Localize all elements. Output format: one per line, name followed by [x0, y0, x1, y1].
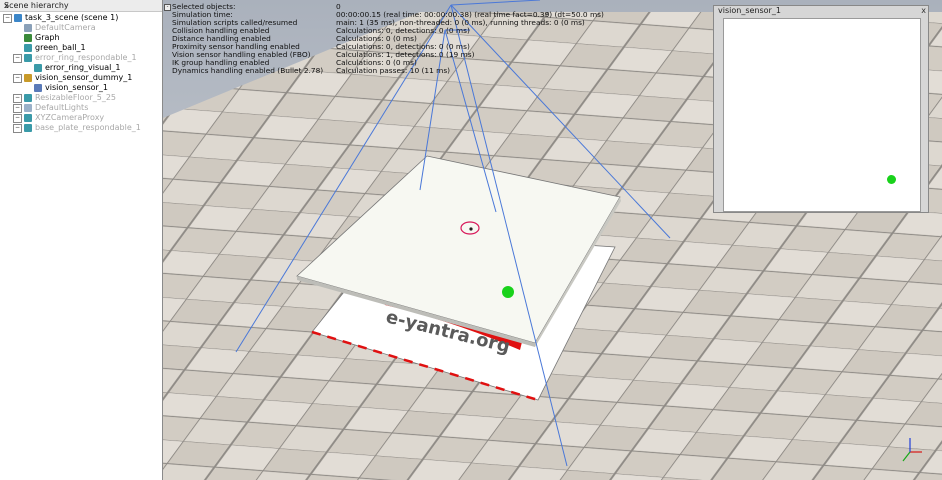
tree-item[interactable]: green_ball_1 — [13, 43, 86, 53]
tree-item-label: vision_sensor_dummy_1 — [35, 73, 133, 82]
shape-icon — [24, 44, 32, 52]
tree-item[interactable]: − vision_sensor_dummy_1 — [13, 73, 132, 83]
info-key: Dynamics handling enabled (Bullet 2.78) — [172, 66, 324, 75]
vision-sensor-window[interactable]: vision_sensor_1 x — [713, 5, 929, 213]
graph-icon — [24, 34, 32, 42]
tree-item-label: error_ring_visual_1 — [45, 63, 121, 72]
tree-item-label: task_3_scene (scene 1) — [25, 13, 119, 22]
tree-item[interactable]: Graph — [13, 33, 60, 43]
tree-item[interactable]: − error_ring_respondable_1 — [13, 53, 137, 63]
tree-item-label: DefaultCamera — [35, 23, 96, 32]
tree-item[interactable]: error_ring_visual_1 — [23, 63, 120, 73]
tree-item-label: ResizableFloor_5_25 — [35, 93, 117, 102]
shape-icon — [24, 124, 32, 132]
tree-item-label: vision_sensor_1 — [45, 83, 108, 92]
expand-toggle-icon[interactable]: − — [13, 93, 22, 103]
green-ball — [502, 286, 514, 298]
info-toggle-button[interactable]: - — [164, 4, 171, 11]
tree-item[interactable]: − base_plate_respondable_1 — [13, 123, 141, 133]
camera-icon — [24, 24, 32, 32]
scene-hierarchy-titlebar: Scene hierarchy x — [0, 0, 162, 12]
vision-sensor-icon — [34, 84, 42, 92]
tree-item[interactable]: − task_3_scene (scene 1) — [3, 13, 118, 23]
tree-item-label: XYZCameraProxy — [35, 113, 105, 122]
tree-item-label: green_ball_1 — [35, 43, 86, 52]
tree-item[interactable]: DefaultCamera — [13, 23, 96, 33]
tree-item-label: DefaultLights — [35, 103, 89, 112]
expand-toggle-icon[interactable]: − — [13, 123, 22, 133]
dummy-icon — [24, 74, 32, 82]
shape-icon — [24, 94, 32, 102]
tree-item-label: base_plate_respondable_1 — [35, 123, 141, 132]
info-value: Calculation passes: 10 (11 ms) — [336, 66, 451, 75]
tree-item-label: Graph — [35, 33, 60, 42]
expand-toggle-icon[interactable]: − — [13, 103, 22, 113]
close-icon[interactable]: x — [921, 6, 926, 15]
shape-icon — [24, 114, 32, 122]
expand-toggle-icon[interactable]: − — [13, 53, 22, 63]
vision-sensor-image — [723, 18, 921, 212]
tree-item[interactable]: − XYZCameraProxy — [13, 113, 104, 123]
tree-item[interactable]: − DefaultLights — [13, 103, 88, 113]
tree-item-label: error_ring_respondable_1 — [35, 53, 137, 62]
expand-toggle-icon[interactable]: − — [3, 13, 12, 23]
scene-hierarchy-panel: Scene hierarchy x − task_3_scene (scene 1… — [0, 0, 163, 480]
detected-ball — [887, 175, 896, 184]
scene-icon — [14, 14, 22, 22]
close-icon[interactable]: x — [4, 1, 159, 10]
tree-item[interactable]: − ResizableFloor_5_25 — [13, 93, 116, 103]
shape-icon — [34, 64, 42, 72]
expand-toggle-icon[interactable]: − — [13, 113, 22, 123]
shape-icon — [24, 54, 32, 62]
light-icon — [24, 104, 32, 112]
vision-sensor-window-title: vision_sensor_1 — [718, 6, 781, 15]
tree-item[interactable]: vision_sensor_1 — [23, 83, 108, 93]
expand-toggle-icon[interactable]: − — [13, 73, 22, 83]
